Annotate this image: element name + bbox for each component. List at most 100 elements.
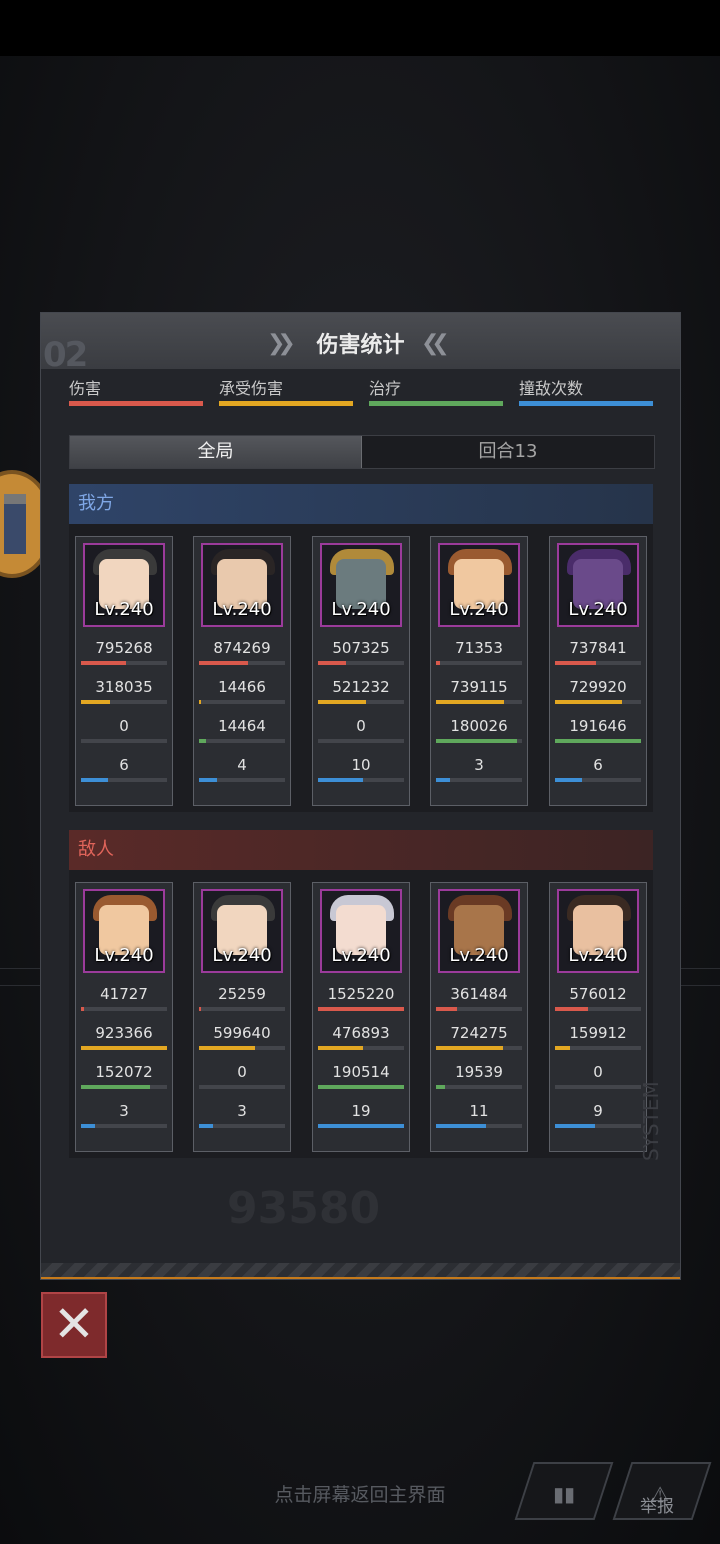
- damage-taken-bar: [81, 700, 110, 704]
- heal-value: 0: [119, 717, 129, 735]
- panel-title: 伤害统计: [316, 333, 405, 358]
- damage-bar: [318, 1007, 404, 1011]
- bar-chart-icon: ▮▮: [553, 1482, 576, 1506]
- enemy-hero-card[interactable]: Lv.240 1525220 476893 190514 19: [312, 882, 410, 1152]
- ours-hero-card[interactable]: Lv.240 874269 14466 14464 4: [193, 536, 291, 806]
- heal-bar: [555, 739, 641, 743]
- heal-value: 191646: [569, 717, 627, 735]
- heal-value: 19539: [455, 1063, 503, 1081]
- damage-bar: [81, 661, 126, 665]
- heal-bar: [318, 1085, 404, 1089]
- damage-bar-track: [199, 661, 285, 665]
- damage-taken-bar: [199, 700, 201, 704]
- enemy-hero-card[interactable]: Lv.240 25259 599640 0 3: [193, 882, 291, 1152]
- hits-value: 3: [237, 1102, 247, 1120]
- tab-overall[interactable]: 全局: [70, 436, 362, 468]
- damage-bar-track: [81, 661, 167, 665]
- hits-bar: [436, 1124, 486, 1128]
- damage-taken-bar: [436, 700, 504, 704]
- heal-bar: [81, 1085, 150, 1089]
- heal-bar-track: [555, 739, 641, 743]
- hits-bar-track: [199, 778, 285, 782]
- damage-value: 25259: [218, 985, 266, 1003]
- hits-value: 3: [474, 756, 484, 774]
- heal-bar: [436, 739, 517, 743]
- damage-bar: [199, 661, 248, 665]
- hits-value: 3: [119, 1102, 129, 1120]
- ours-hero-card[interactable]: Lv.240 737841 729920 191646 6: [549, 536, 647, 806]
- scope-tabs: 全局 回合13: [69, 435, 655, 469]
- damage-taken-value: 739115: [450, 678, 508, 696]
- report-label[interactable]: 举报: [640, 1492, 674, 1517]
- hits-value: 11: [469, 1102, 489, 1120]
- hero-level: Lv.240: [331, 945, 391, 966]
- hero-level: Lv.240: [449, 599, 509, 620]
- damage-taken-bar-track: [555, 1046, 641, 1050]
- damage-taken-value: 521232: [332, 678, 390, 696]
- legend-heal: 治疗: [369, 375, 503, 411]
- hits-bar: [199, 1124, 213, 1128]
- damage-taken-bar-track: [81, 700, 167, 704]
- legend-label: 伤害: [69, 379, 102, 398]
- heal-bar: [436, 1085, 445, 1089]
- damage-bar-track: [555, 661, 641, 665]
- hits-value: 10: [351, 756, 371, 774]
- damage-taken-bar: [555, 700, 622, 704]
- enemy-hero-card[interactable]: Lv.240 41727 923366 152072 3: [75, 882, 173, 1152]
- hits-bar-track: [81, 778, 167, 782]
- damage-value: 1525220: [327, 985, 395, 1003]
- legend-hits: 撞敌次数: [519, 375, 653, 411]
- damage-taken-value: 318035: [95, 678, 153, 696]
- legend-label: 撞敌次数: [519, 379, 584, 398]
- damage-bar: [318, 661, 346, 665]
- heal-bar-track: [318, 1085, 404, 1089]
- hits-bar: [555, 1124, 595, 1128]
- damage-value: 737841: [569, 639, 627, 657]
- ours-hero-card[interactable]: Lv.240 71353 739115 180026 3: [430, 536, 528, 806]
- close-button[interactable]: ✕: [41, 1292, 107, 1358]
- damage-bar-track: [318, 661, 404, 665]
- damage-taken-bar: [81, 1046, 167, 1050]
- ours-hero-card[interactable]: Lv.240 795268 318035 0 6: [75, 536, 173, 806]
- damage-bar-track: [81, 1007, 167, 1011]
- heal-bar-track: [199, 739, 285, 743]
- damage-taken-bar-track: [199, 700, 285, 704]
- hits-value: 4: [237, 756, 247, 774]
- heal-bar: [199, 739, 206, 743]
- damage-taken-bar: [318, 1046, 363, 1050]
- legend-label: 承受伤害: [219, 379, 284, 398]
- close-x-icon: ✕: [53, 1295, 95, 1353]
- legend-color-bar: [369, 401, 503, 406]
- damage-taken-bar-track: [199, 1046, 285, 1050]
- damage-taken-bar-track: [436, 1046, 522, 1050]
- damage-value: 361484: [450, 985, 508, 1003]
- damage-value: 507325: [332, 639, 390, 657]
- hits-bar: [81, 1124, 95, 1128]
- damage-bar: [555, 1007, 588, 1011]
- damage-taken-bar-track: [436, 700, 522, 704]
- hits-bar-track: [318, 778, 404, 782]
- damage-bar-track: [436, 1007, 522, 1011]
- hero-level: Lv.240: [94, 599, 154, 620]
- enemy-hero-card[interactable]: Lv.240 576012 159912 0 9: [549, 882, 647, 1152]
- hits-value: 9: [593, 1102, 603, 1120]
- return-hint[interactable]: 点击屏幕返回主界面: [0, 1480, 720, 1507]
- hits-value: 19: [351, 1102, 371, 1120]
- tab-round[interactable]: 回合13: [362, 436, 654, 468]
- heal-value: 0: [237, 1063, 247, 1081]
- section-ours: 我方: [69, 484, 653, 524]
- ours-hero-card[interactable]: Lv.240 507325 521232 0 10: [312, 536, 410, 806]
- hits-bar: [81, 778, 108, 782]
- hits-bar: [199, 778, 217, 782]
- damage-bar: [81, 1007, 84, 1011]
- damage-bar: [436, 1007, 457, 1011]
- damage-taken-value: 724275: [450, 1024, 508, 1042]
- enemy-hero-card[interactable]: Lv.240 361484 724275 19539 11: [430, 882, 528, 1152]
- damage-bar-track: [318, 1007, 404, 1011]
- hits-bar-track: [199, 1124, 285, 1128]
- hits-value: 6: [593, 756, 603, 774]
- hero-level: Lv.240: [212, 945, 272, 966]
- heal-value: 152072: [95, 1063, 153, 1081]
- damage-taken-bar-track: [81, 1046, 167, 1050]
- hero-level: Lv.240: [94, 945, 154, 966]
